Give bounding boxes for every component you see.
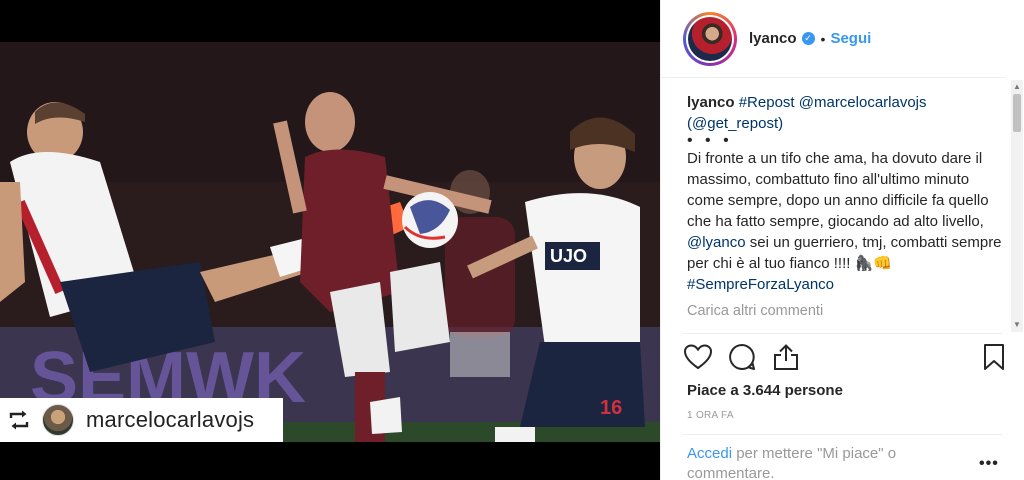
caption: lyanco #Repost @marcelocarlavojs (@get_r… [687, 92, 1005, 324]
post-photo[interactable]: SEMWK UJO 16 [0, 42, 660, 442]
scroll-thumb[interactable] [1013, 94, 1021, 132]
football-photo-illustration: SEMWK UJO 16 [0, 42, 660, 442]
svg-text:16: 16 [600, 397, 622, 419]
post-header: lyanco ✓ • Segui [661, 0, 1005, 78]
repost-avatar [42, 404, 74, 436]
scroll-up-arrow-icon[interactable]: ▲ [1011, 82, 1023, 92]
bookmark-icon[interactable] [979, 342, 1009, 372]
verified-badge-icon: ✓ [801, 32, 815, 45]
svg-text:UJO: UJO [550, 246, 587, 266]
caption-username[interactable]: lyanco [687, 94, 735, 111]
share-icon[interactable] [771, 342, 801, 372]
caption-text-part1: Di fronte a un tifo che ama, ha dovuto d… [687, 150, 989, 230]
post-media: SEMWK UJO 16 marcelocarlavojs [0, 0, 660, 480]
more-options-icon[interactable]: ••• [979, 455, 999, 473]
caption-dots: • • • [687, 132, 733, 149]
action-bar [684, 342, 1004, 374]
heart-icon[interactable] [683, 342, 713, 372]
header-separator: • [820, 30, 826, 47]
repost-username: marcelocarlavojs [86, 407, 255, 432]
hashtag-repost-link[interactable]: #Repost [739, 94, 795, 111]
profile-avatar[interactable] [683, 11, 737, 66]
scroll-down-arrow-icon[interactable]: ▼ [1011, 320, 1023, 330]
post-sidebar: lyanco ✓ • Segui lyanco #Repost @marcelo… [660, 0, 1024, 480]
get-repost-link[interactable]: (@get_repost) [687, 115, 783, 132]
repost-icon [6, 407, 32, 433]
likes-count[interactable]: Piace a 3.644 persone [687, 382, 843, 399]
post-timestamp[interactable]: 1 ORA FA [687, 410, 734, 421]
mention-source-link[interactable]: @marcelocarlavojs [799, 94, 927, 111]
repost-badge: marcelocarlavojs [0, 398, 283, 442]
hashtag-sempreforzalyanco-link[interactable]: #SempreForzaLyanco [687, 276, 834, 293]
divider [683, 333, 1003, 334]
login-link[interactable]: Accedi [687, 445, 732, 462]
mention-lyanco-link[interactable]: @lyanco [687, 234, 746, 251]
comment-icon[interactable] [727, 342, 757, 372]
header-username[interactable]: lyanco [749, 30, 797, 47]
login-prompt: Accedi per mettere "Mi piace" o commenta… [687, 444, 947, 480]
load-more-comments-button[interactable]: Carica altri commenti [687, 303, 823, 319]
caption-scrollbar[interactable]: ▲ ▼ [1011, 80, 1023, 332]
divider [683, 434, 1003, 435]
follow-button[interactable]: Segui [830, 30, 871, 47]
